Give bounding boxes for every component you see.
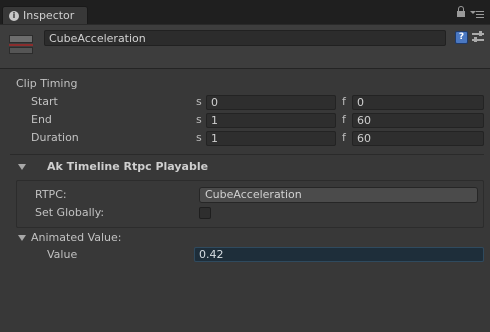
start-frames-unit: f bbox=[342, 95, 346, 108]
duration-frames-unit: f bbox=[342, 131, 346, 144]
end-frames-field[interactable]: 60 bbox=[352, 113, 484, 128]
lock-icon[interactable] bbox=[457, 6, 465, 17]
inspector-panel: CubeAcceleration ? Clip Timing Start s 0… bbox=[0, 24, 490, 332]
inspector-header: CubeAcceleration ? bbox=[0, 25, 490, 69]
tab-inspector-label: Inspector bbox=[23, 9, 75, 22]
end-frames-unit: f bbox=[342, 113, 346, 126]
end-seconds-field[interactable]: 1 bbox=[206, 113, 336, 128]
duration-seconds-unit: s bbox=[196, 131, 202, 144]
rtpc-label: RTPC: bbox=[35, 188, 67, 201]
clip-timing-title: Clip Timing bbox=[16, 77, 78, 90]
rtpc-picker[interactable]: CubeAcceleration bbox=[199, 187, 478, 203]
start-seconds-unit: s bbox=[196, 95, 202, 108]
start-frames-field[interactable]: 0 bbox=[352, 95, 484, 110]
playable-foldout-arrow-icon[interactable] bbox=[18, 164, 26, 170]
section-divider bbox=[10, 154, 484, 155]
start-seconds-field[interactable]: 0 bbox=[206, 95, 336, 110]
set-globally-label: Set Globally: bbox=[35, 206, 105, 219]
object-name-field[interactable]: CubeAcceleration bbox=[44, 30, 446, 46]
duration-frames-field[interactable]: 60 bbox=[352, 131, 484, 146]
animated-value-title[interactable]: Animated Value: bbox=[31, 231, 121, 245]
start-label: Start bbox=[31, 95, 58, 108]
tab-inspector[interactable]: i Inspector bbox=[2, 6, 88, 24]
set-globally-checkbox[interactable] bbox=[199, 207, 211, 219]
help-icon[interactable]: ? bbox=[455, 31, 468, 44]
animated-value-foldout-arrow-icon[interactable] bbox=[18, 235, 26, 241]
duration-label: Duration bbox=[31, 131, 79, 144]
value-label: Value bbox=[47, 248, 78, 261]
end-label: End bbox=[31, 113, 52, 126]
settings-icon[interactable] bbox=[472, 31, 484, 44]
playable-title[interactable]: Ak Timeline Rtpc Playable bbox=[47, 160, 208, 174]
info-icon: i bbox=[9, 10, 19, 21]
duration-seconds-field[interactable]: 1 bbox=[206, 131, 336, 146]
end-seconds-unit: s bbox=[196, 113, 202, 126]
menu-icon[interactable] bbox=[470, 9, 484, 21]
animated-value-field[interactable]: 0.42 bbox=[194, 247, 484, 262]
tab-strip: i Inspector bbox=[0, 0, 490, 24]
clip-object-icon bbox=[9, 35, 33, 55]
